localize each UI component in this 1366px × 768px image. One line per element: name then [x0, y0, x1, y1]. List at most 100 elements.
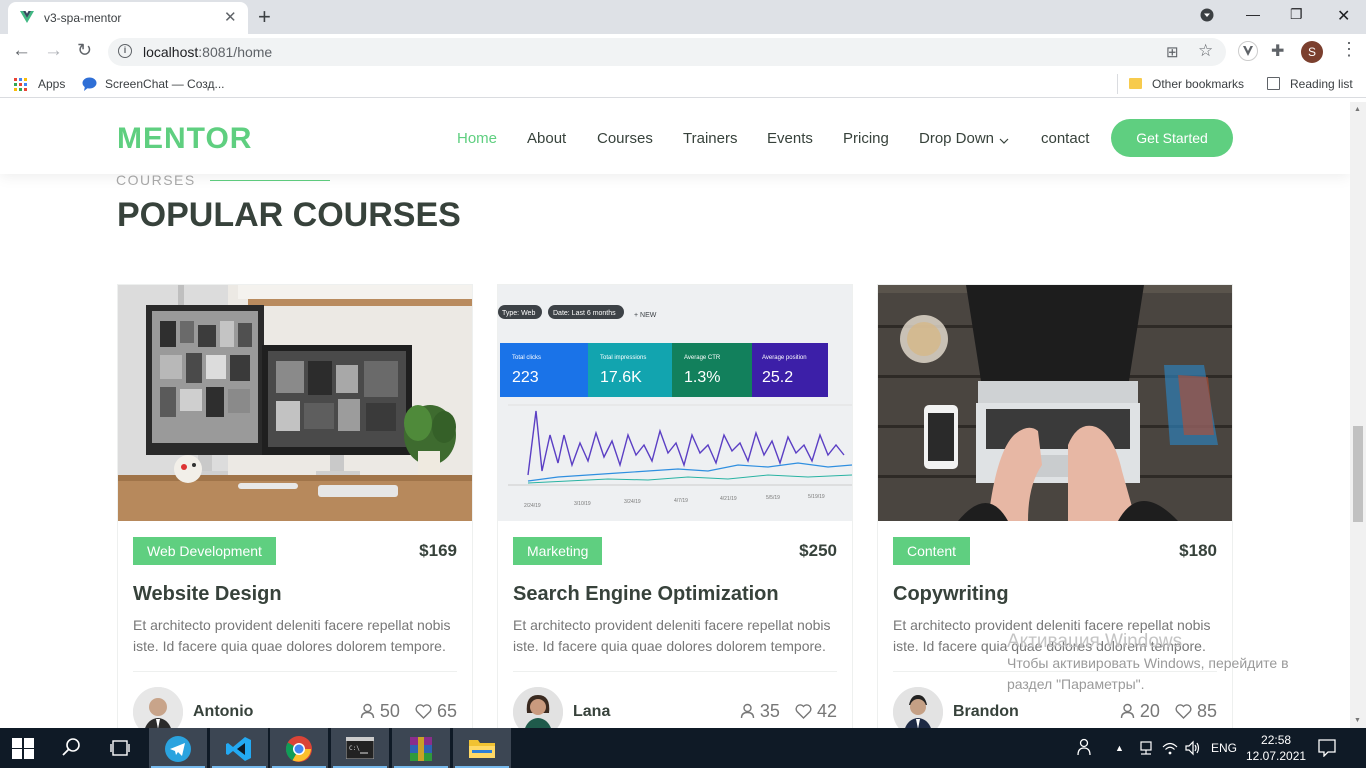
address-bar[interactable]: i localhost:8081/home ⊞ ☆: [108, 38, 1226, 66]
forward-icon[interactable]: →: [44, 40, 63, 62]
folder-icon: [469, 740, 495, 758]
nav-dropdown[interactable]: Drop Down: [919, 130, 994, 147]
watermark-line: Чтобы активировать Windows, перейдите в: [1007, 655, 1289, 671]
scroll-down-icon[interactable]: ▼: [1354, 717, 1361, 724]
nav-about[interactable]: About: [527, 130, 566, 147]
course-price: $180: [1179, 541, 1217, 560]
chart-chip-new: + NEW: [634, 312, 657, 319]
taskbar-terminal[interactable]: C:\: [331, 728, 389, 768]
chart-date: 5/19/19: [808, 494, 825, 500]
windows-start-icon[interactable]: [12, 738, 34, 764]
task-view-icon[interactable]: [110, 738, 130, 763]
category-badge: Content: [893, 537, 971, 565]
bookmarks-bar: Apps ScreenChat — Созд... Other bookmark…: [0, 70, 1366, 98]
tile-value: 17.6K: [600, 369, 642, 386]
trainer-name: Brandon: [953, 703, 1019, 720]
students-count: 50: [379, 701, 400, 721]
system-clock[interactable]: 22:58 12.07.2021: [1246, 732, 1306, 764]
back-icon[interactable]: ←: [12, 40, 31, 62]
input-language[interactable]: ENG: [1211, 741, 1237, 755]
course-card-website-design[interactable]: Web Development $169 Website Design Et a…: [117, 284, 473, 728]
search-icon[interactable]: [62, 737, 82, 762]
browser-tab[interactable]: v3-spa-mentor ✕: [8, 2, 248, 34]
course-description: Et architecto provident deleniti facere …: [133, 617, 451, 654]
new-tab-icon[interactable]: +: [258, 4, 271, 30]
chart-date: 4/7/19: [674, 498, 688, 504]
bookmark-reading-list[interactable]: Reading list: [1290, 77, 1353, 91]
course-description: Et architecto provident deleniti facere …: [513, 617, 831, 654]
tile-label: Average CTR: [684, 355, 721, 361]
nav-pricing[interactable]: Pricing: [843, 130, 889, 147]
tab-search-icon[interactable]: [1200, 8, 1214, 25]
nav-home[interactable]: Home: [457, 130, 497, 147]
course-title[interactable]: Copywriting: [893, 583, 1009, 606]
course-title[interactable]: Website Design: [133, 583, 282, 606]
windows-activation-watermark: Активация Windows Чтобы активировать Win…: [1007, 631, 1289, 695]
scroll-up-icon[interactable]: ▲: [1354, 106, 1361, 113]
notifications-icon[interactable]: [1318, 739, 1336, 760]
wifi-icon[interactable]: [1162, 741, 1178, 758]
section-title: POPULAR COURSES: [117, 196, 461, 234]
scrollbar-thumb[interactable]: [1353, 426, 1363, 522]
window-close-icon[interactable]: ✕: [1337, 6, 1350, 26]
user-icon: [1120, 703, 1135, 719]
nav-trainers[interactable]: Trainers: [683, 130, 737, 147]
apps-grid-icon[interactable]: [14, 78, 27, 96]
card-divider: [513, 671, 837, 672]
url-path: :8081/home: [198, 44, 273, 60]
course-title[interactable]: Search Engine Optimization: [513, 583, 779, 606]
volume-icon[interactable]: [1185, 740, 1201, 759]
taskbar-chrome[interactable]: [270, 728, 328, 768]
winrar-icon: [410, 737, 432, 761]
extensions-puzzle-icon[interactable]: ✚: [1271, 41, 1284, 61]
watermark-line: раздел "Параметры".: [1007, 676, 1145, 692]
bookmarks-divider: [1117, 74, 1118, 94]
taskbar-winrar[interactable]: [392, 728, 450, 768]
clock-time: 22:58: [1261, 733, 1292, 747]
category-badge: Web Development: [133, 537, 276, 565]
chart-date: 4/21/19: [720, 496, 737, 502]
site-info-icon[interactable]: i: [118, 44, 132, 58]
vue-logo-icon: [20, 11, 34, 23]
trainer-name: Antonio: [193, 703, 254, 720]
card-divider: [133, 671, 457, 672]
extension-v-icon[interactable]: [1238, 41, 1258, 66]
user-icon: [360, 703, 375, 719]
section-eyebrow: COURSES: [116, 172, 196, 188]
people-icon[interactable]: [1076, 738, 1092, 759]
tile-label: Total clicks: [512, 355, 541, 361]
course-card-seo[interactable]: Type: Web Date: Last 6 months + NEW Tota…: [497, 284, 853, 728]
restore-icon[interactable]: ❐: [1290, 6, 1303, 23]
bookmark-screenchat[interactable]: ScreenChat — Созд...: [105, 77, 224, 91]
page-scrollbar[interactable]: ▲ ▼: [1350, 102, 1366, 728]
nav-courses[interactable]: Courses: [597, 130, 653, 147]
bookmark-other[interactable]: Other bookmarks: [1152, 77, 1244, 91]
terminal-icon: C:\: [346, 737, 374, 759]
clock-date: 12.07.2021: [1246, 749, 1307, 763]
tray-chevron-up-icon[interactable]: ▲: [1115, 743, 1124, 753]
site-logo[interactable]: MENTOR: [117, 122, 252, 156]
nav-contact[interactable]: contact: [1041, 130, 1089, 147]
bookmark-star-icon[interactable]: ☆: [1198, 41, 1213, 61]
chevron-down-icon: [999, 132, 1009, 150]
reload-icon[interactable]: ↻: [77, 40, 92, 61]
translate-icon[interactable]: ⊞: [1166, 43, 1179, 61]
taskbar-telegram[interactable]: [149, 728, 207, 768]
course-image-laptop-typing: [878, 285, 1232, 521]
students-count: 35: [759, 701, 780, 721]
tab-close-icon[interactable]: ✕: [224, 8, 237, 26]
minimize-icon[interactable]: —: [1246, 6, 1260, 22]
chart-chip-date: Date: Last 6 months: [553, 310, 616, 317]
bookmark-apps[interactable]: Apps: [38, 77, 65, 91]
chart-date: 2/24/19: [524, 503, 541, 509]
browser-menu-icon[interactable]: ⋮: [1340, 39, 1358, 60]
browser-toolbar: ← → ↻ i localhost:8081/home ⊞ ☆ ✚ S ⋮: [0, 34, 1366, 70]
taskbar-vscode[interactable]: [210, 728, 268, 768]
profile-avatar[interactable]: S: [1301, 41, 1323, 63]
get-started-button[interactable]: Get Started: [1111, 119, 1233, 157]
trainer-name: Lana: [573, 703, 611, 720]
network-adapter-icon[interactable]: [1138, 741, 1154, 758]
taskbar-explorer[interactable]: [453, 728, 511, 768]
students-count: 20: [1139, 701, 1160, 721]
nav-events[interactable]: Events: [767, 130, 813, 147]
